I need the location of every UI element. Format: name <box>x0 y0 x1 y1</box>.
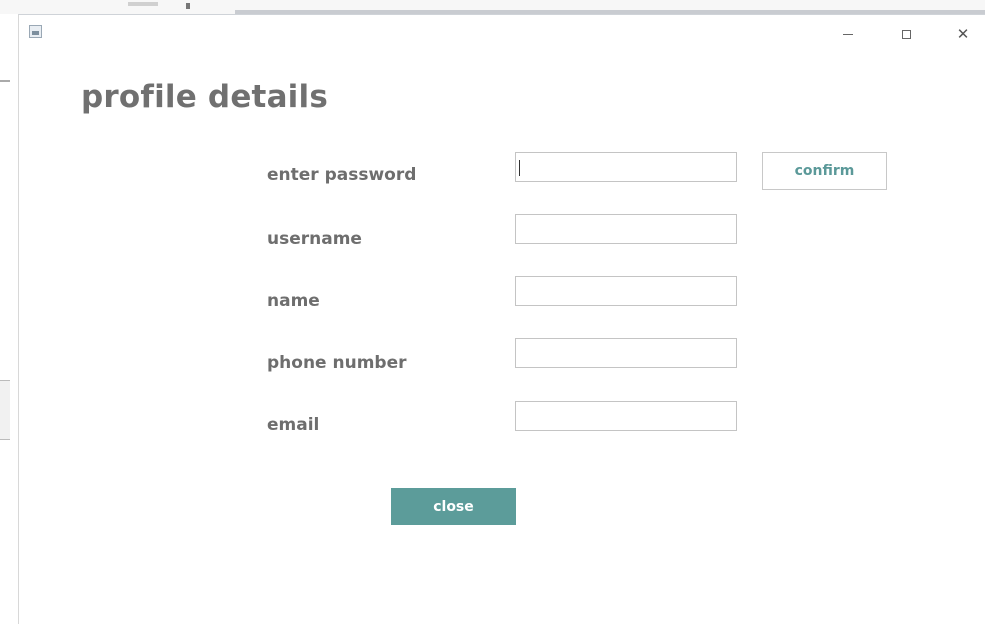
minimize-icon <box>843 33 853 35</box>
close-button[interactable]: close <box>391 488 516 525</box>
window-close-button[interactable]: ✕ <box>946 21 980 47</box>
phone-number-input[interactable] <box>515 338 737 368</box>
background-artifact <box>0 380 10 440</box>
email-label: email <box>267 415 320 435</box>
username-label: username <box>267 229 362 249</box>
profile-details-window: ✕ profile details enter password confirm… <box>18 14 985 624</box>
background-artifact <box>128 2 158 6</box>
background-artifact <box>0 80 10 82</box>
password-label: enter password <box>267 165 417 185</box>
confirm-button[interactable]: confirm <box>762 152 887 190</box>
username-input[interactable] <box>515 214 737 244</box>
email-input[interactable] <box>515 401 737 431</box>
maximize-button[interactable] <box>889 21 923 47</box>
password-input[interactable] <box>515 152 737 182</box>
page-title: profile details <box>81 79 328 115</box>
maximize-icon <box>901 29 911 39</box>
java-app-icon <box>29 25 42 38</box>
text-caret <box>519 160 520 176</box>
close-icon: ✕ <box>956 24 970 43</box>
name-input[interactable] <box>515 276 737 306</box>
minimize-button[interactable] <box>831 21 865 47</box>
phone-number-label: phone number <box>267 353 407 373</box>
name-label: name <box>267 291 320 311</box>
background-artifact <box>186 3 190 9</box>
